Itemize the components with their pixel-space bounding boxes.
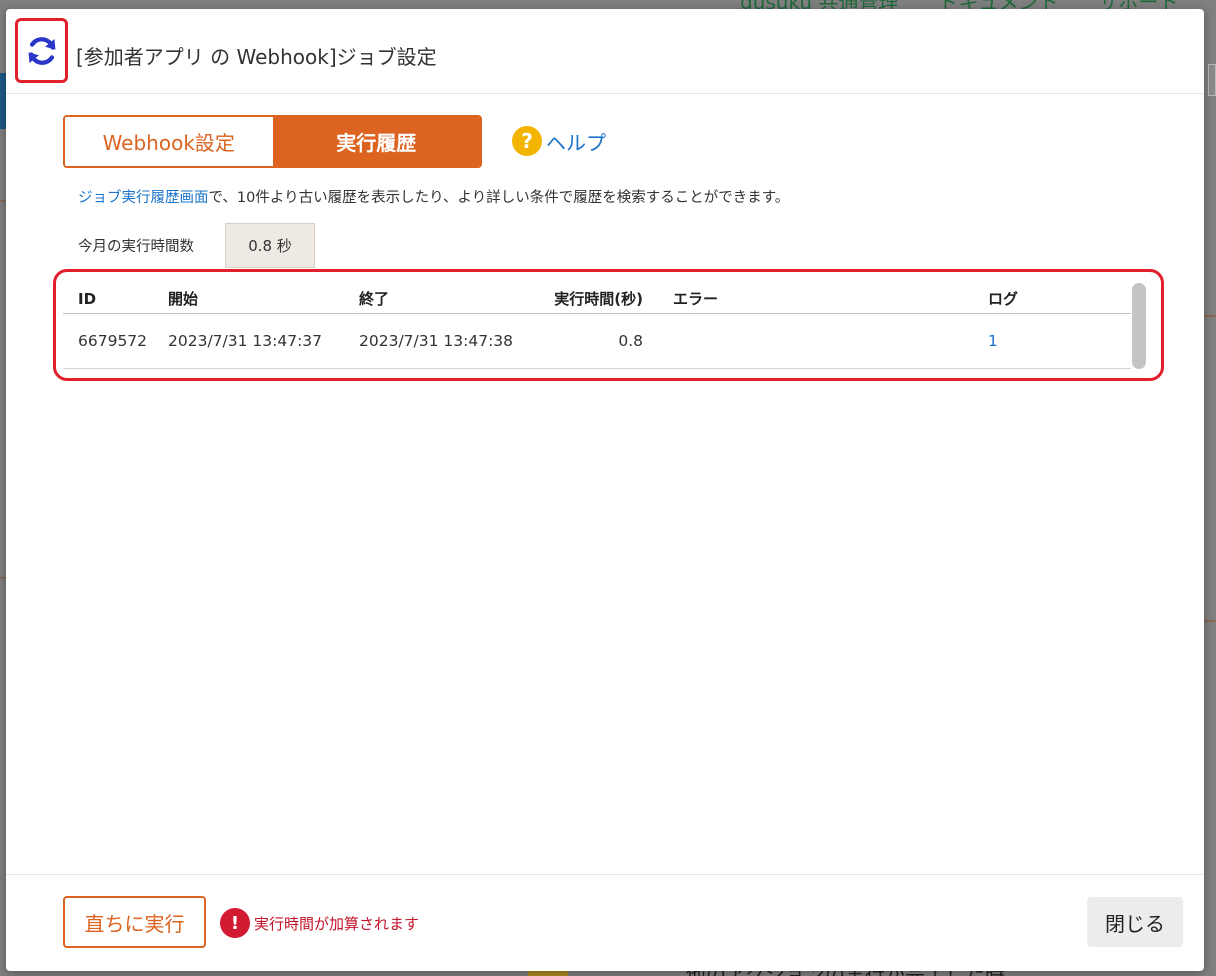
tab-bar: Webhook設定 実行履歴 — [63, 115, 482, 168]
tab-execution-history[interactable]: 実行履歴 — [272, 117, 480, 166]
exclamation-circle-icon: ! — [220, 908, 250, 938]
log-link[interactable]: 1 — [988, 332, 998, 350]
history-description: ジョブ実行履歴画面で、10件より古い履歴を表示したり、より詳しい条件で履歴を検索… — [78, 186, 789, 207]
description-text: で、10件より古い履歴を表示したり、より詳しい条件で履歴を検索することができます… — [208, 190, 790, 206]
cell-end: 2023/7/31 13:47:38 — [359, 332, 514, 350]
warning-text: 実行時間が加算されます — [254, 914, 420, 933]
cell-id: 6679572 — [78, 332, 148, 350]
table-row: 6679572 2023/7/31 13:47:37 2023/7/31 13:… — [63, 314, 1131, 369]
monthly-runtime: 今月の実行時間数 0.8 秒 — [78, 223, 315, 268]
help-link[interactable]: ? ヘルプ — [512, 126, 606, 156]
job-history-page-link[interactable]: ジョブ実行履歴画面 — [78, 190, 209, 206]
col-log: ログ — [988, 290, 1019, 308]
col-duration: 実行時間(秒) — [554, 290, 643, 308]
col-end: 終了 — [359, 290, 390, 308]
col-start: 開始 — [168, 290, 199, 308]
runtime-warning: ! 実行時間が加算されます — [220, 908, 419, 938]
background-input — [1208, 64, 1216, 96]
tab-webhook-settings[interactable]: Webhook設定 — [65, 117, 273, 166]
dialog-header: [参加者アプリ の Webhook]ジョブ設定 — [6, 9, 1204, 94]
monthly-runtime-label: 今月の実行時間数 — [78, 239, 194, 255]
cell-start: 2023/7/31 13:47:37 — [168, 332, 323, 350]
background-divider — [1204, 315, 1216, 317]
refresh-button[interactable] — [15, 18, 68, 83]
table-scrollbar[interactable] — [1132, 283, 1146, 369]
job-settings-dialog: [参加者アプリ の Webhook]ジョブ設定 Webhook設定 実行履歴 ?… — [6, 9, 1204, 971]
close-button[interactable]: 閉じる — [1087, 897, 1183, 947]
background-divider — [1204, 620, 1216, 622]
help-label: ヘルプ — [546, 130, 606, 155]
col-error: エラー — [673, 290, 719, 308]
cell-duration: 0.8 — [618, 332, 643, 350]
monthly-runtime-value: 0.8 秒 — [225, 223, 315, 268]
run-now-button[interactable]: 直ちに実行 — [63, 896, 206, 948]
table-header: ID 開始 終了 実行時間(秒) エラー ログ — [63, 284, 1131, 314]
refresh-icon — [28, 36, 55, 65]
question-circle-icon: ? — [512, 126, 542, 156]
history-table: ID 開始 終了 実行時間(秒) エラー ログ 6679572 2023/7/3… — [63, 284, 1131, 369]
col-id: ID — [78, 289, 97, 308]
dialog-title: [参加者アプリ の Webhook]ジョブ設定 — [76, 45, 437, 69]
